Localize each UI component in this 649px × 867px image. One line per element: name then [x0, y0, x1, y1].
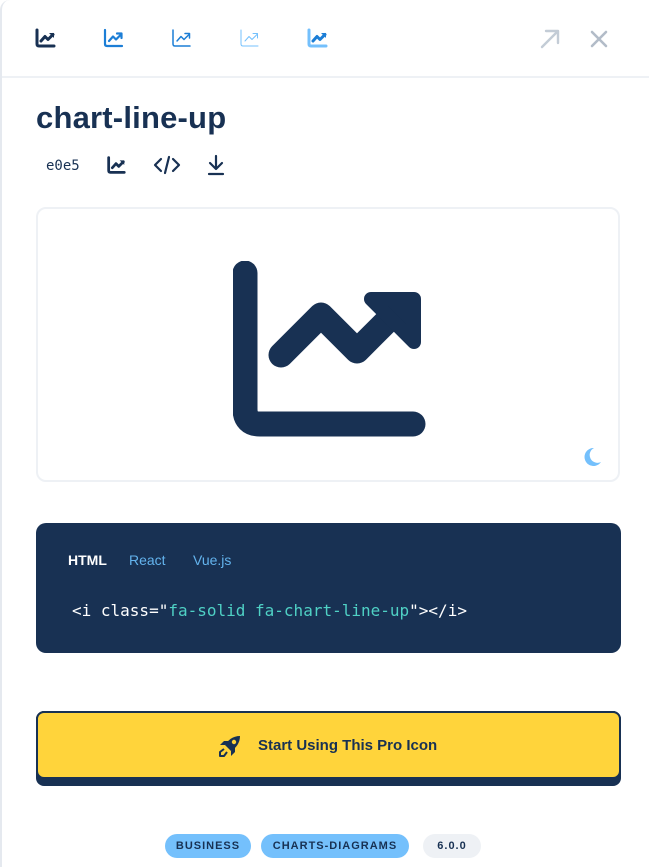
dark-mode-toggle[interactable] — [580, 445, 604, 469]
arrow-up-right-icon — [540, 29, 560, 49]
icon-preview — [36, 207, 620, 482]
style-switcher — [2, 0, 649, 78]
code-class-value: fa-solid fa-chart-line-up — [168, 601, 410, 620]
style-light-button[interactable] — [169, 26, 193, 50]
unicode-value[interactable]: e0e5 — [46, 158, 80, 174]
start-using-button[interactable]: Start Using This Pro Icon — [36, 711, 621, 779]
category-tag-business[interactable]: BUSINESS — [165, 834, 251, 858]
chart-line-up-icon — [103, 28, 124, 48]
style-solid-button[interactable] — [33, 26, 57, 50]
icon-detail-modal: chart-line-up e0e5 HTML React Vue.js <i … — [0, 0, 649, 867]
category-tag-charts-diagrams[interactable]: CHARTS-DIAGRAMS — [261, 834, 409, 858]
icon-title: chart-line-up — [36, 100, 227, 135]
rocket-icon — [219, 736, 240, 757]
expand-button[interactable] — [537, 26, 563, 52]
chart-line-up-icon — [35, 28, 56, 48]
tab-html[interactable]: HTML — [68, 552, 107, 568]
version-badge: 6.0.0 — [423, 834, 481, 858]
style-thin-button[interactable] — [237, 26, 261, 50]
moon-icon — [584, 447, 601, 466]
chart-line-up-icon — [307, 28, 328, 48]
chart-line-up-icon — [172, 29, 191, 47]
close-button[interactable] — [586, 26, 612, 52]
cta-label: Start Using This Pro Icon — [258, 737, 438, 754]
code-snippet: HTML React Vue.js <i class="fa-solid fa-… — [36, 523, 621, 653]
tab-react[interactable]: React — [129, 552, 166, 568]
download-icon — [207, 154, 225, 176]
style-regular-button[interactable] — [101, 26, 125, 50]
code-line[interactable]: <i class="fa-solid fa-chart-line-up"></i… — [72, 601, 467, 620]
chart-line-up-icon — [107, 156, 126, 174]
close-icon — [590, 30, 608, 48]
code-suffix: "></i> — [409, 601, 467, 620]
tab-vue[interactable]: Vue.js — [193, 552, 231, 568]
download-svg-button[interactable] — [205, 154, 227, 176]
copy-glyph-button[interactable] — [105, 154, 127, 176]
copy-code-button[interactable] — [153, 154, 181, 176]
style-duotone-button[interactable] — [305, 26, 329, 50]
code-icon — [153, 155, 181, 175]
chart-line-up-icon — [233, 261, 426, 437]
code-prefix: <i class=" — [72, 601, 169, 620]
chart-line-up-icon — [240, 29, 259, 47]
